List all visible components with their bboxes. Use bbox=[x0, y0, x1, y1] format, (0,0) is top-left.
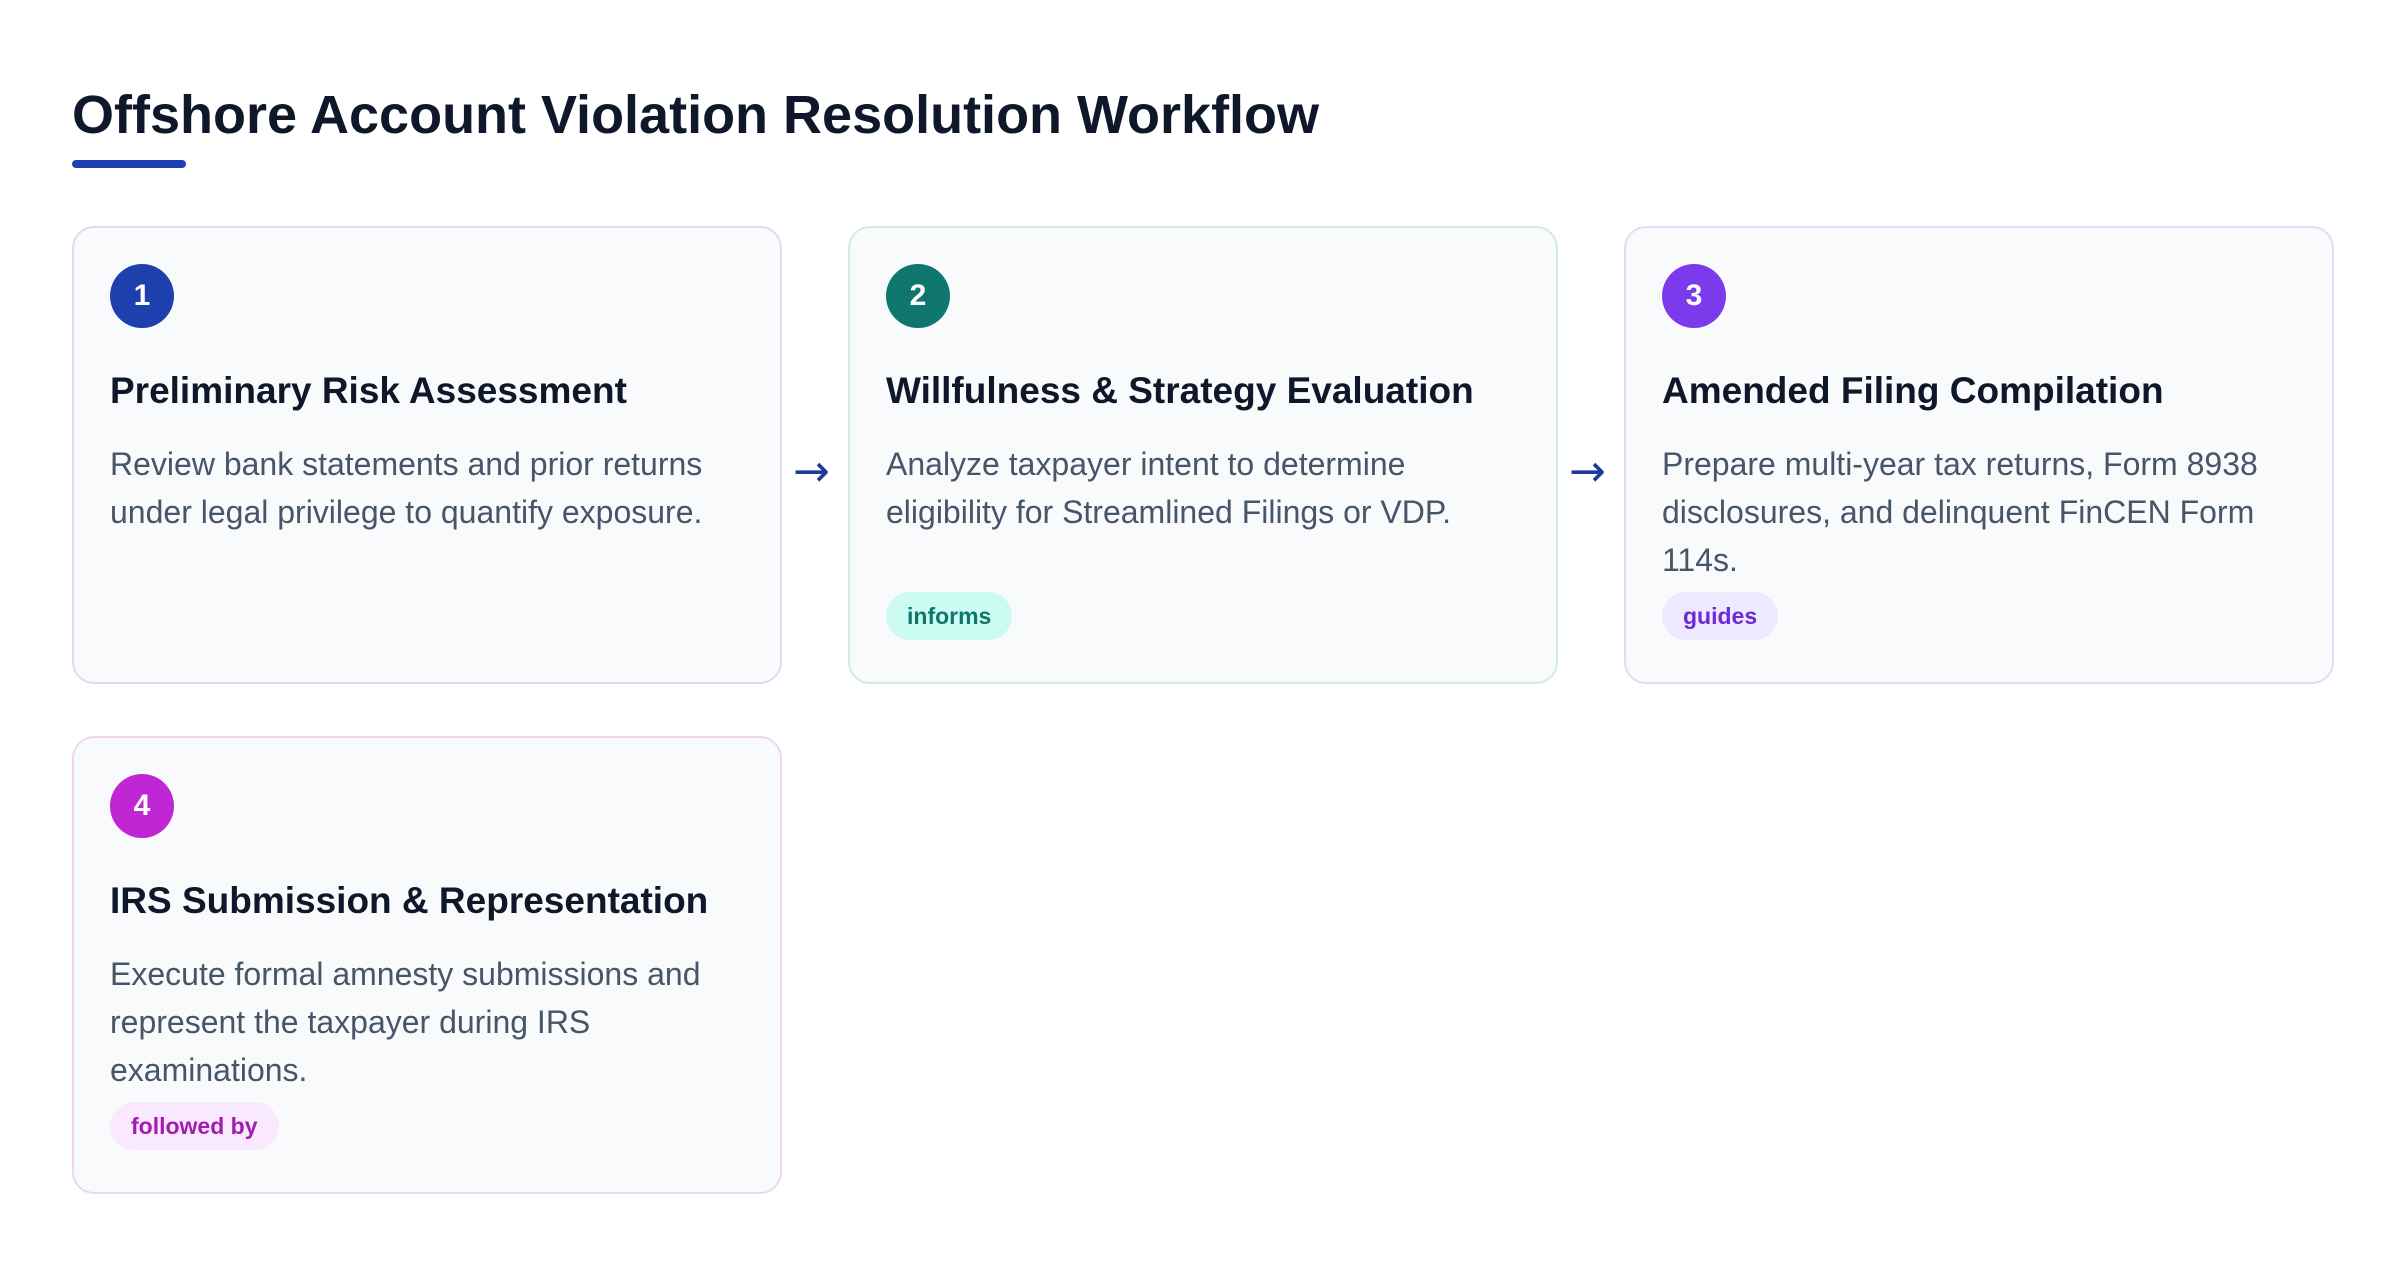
step-number-badge: 1 bbox=[110, 264, 174, 328]
step-description: Execute formal amnesty submissions and r… bbox=[110, 956, 701, 1088]
step-title: IRS Submission & Representation bbox=[110, 880, 709, 921]
relation-tag: guides bbox=[1662, 592, 1779, 640]
title-underline bbox=[72, 160, 186, 168]
flow-arrow-icon: → bbox=[793, 446, 830, 497]
step-card-2: 2 Willfulness & Strategy Evaluation Anal… bbox=[848, 226, 1558, 684]
step-number-badge: 4 bbox=[110, 774, 174, 838]
step-number-badge: 2 bbox=[886, 264, 950, 328]
step-description: Prepare multi-year tax returns, Form 893… bbox=[1662, 446, 2258, 578]
step-card-1: 1 Preliminary Risk Assessment Review ban… bbox=[72, 226, 782, 684]
step-title: Willfulness & Strategy Evaluation bbox=[886, 370, 1474, 411]
relation-tag: informs bbox=[886, 592, 1013, 640]
step-description: Analyze taxpayer intent to determine eli… bbox=[886, 446, 1451, 530]
step-title: Amended Filing Compilation bbox=[1662, 370, 2164, 411]
step-description: Review bank statements and prior returns… bbox=[110, 446, 703, 530]
step-card-4: 4 IRS Submission & Representation Execut… bbox=[72, 736, 782, 1194]
flow-arrow-icon: → bbox=[1569, 446, 1606, 497]
step-title: Preliminary Risk Assessment bbox=[110, 370, 627, 411]
step-number-badge: 3 bbox=[1662, 264, 1726, 328]
relation-tag: followed by bbox=[110, 1102, 279, 1150]
page-title: Offshore Account Violation Resolution Wo… bbox=[72, 85, 1320, 145]
step-card-3: 3 Amended Filing Compilation Prepare mul… bbox=[1624, 226, 2334, 684]
